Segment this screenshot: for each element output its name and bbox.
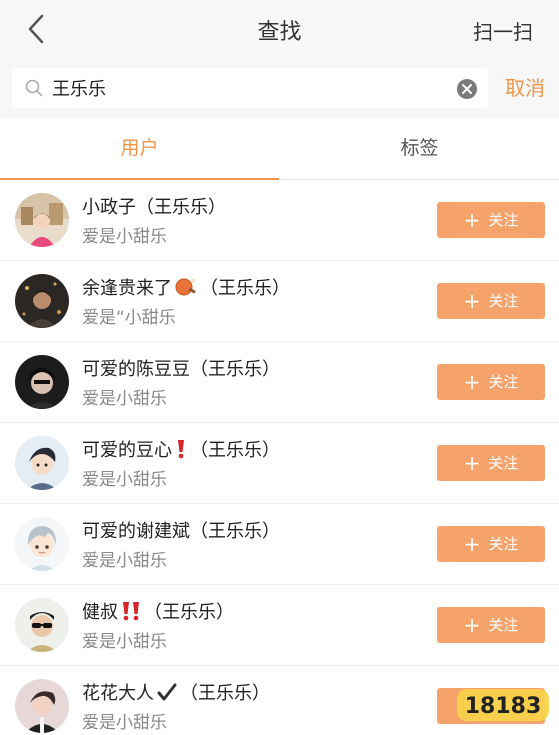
search-bar: 取消 [0, 60, 559, 118]
follow-label: 关注 [488, 535, 519, 553]
user-bio: 爱是小甜乐 [82, 632, 167, 652]
user-name: 可爱的陈豆豆（王乐乐） [82, 359, 280, 380]
cancel-button[interactable]: 取消 [505, 72, 545, 101]
user-name: 余逢贵来了 （王乐乐） [82, 274, 290, 300]
watermark-text: 18183 [465, 694, 542, 719]
user-name: 花花大人 （王乐乐） [82, 679, 270, 705]
avatar [15, 274, 69, 328]
list-item[interactable]: 可爱的陈豆豆（王乐乐） 爱是小甜乐 + 关注 [0, 342, 559, 423]
follow-label: 关注 [488, 292, 519, 310]
user-name-text: 健叔 [82, 602, 118, 623]
follow-button[interactable]: + 关注 [437, 526, 545, 562]
avatar [15, 193, 69, 247]
watermark-logo: 18183 [457, 689, 549, 721]
red-exclamation-icon [178, 440, 184, 459]
double-exclamation-icon [123, 602, 139, 621]
follow-label: 关注 [488, 454, 519, 472]
top-bar: 查找 扫一扫 [0, 0, 559, 60]
list-item[interactable]: 小政子（王乐乐） 爱是小甜乐 + 关注 [0, 180, 559, 261]
user-name-suffix: （王乐乐） [180, 683, 270, 704]
user-name-suffix: （王乐乐） [200, 278, 290, 299]
search-screen: 查找 扫一扫 取消 用户 标签 [0, 0, 559, 735]
ping-pong-icon [175, 278, 196, 296]
user-name: 可爱的豆心 （王乐乐） [82, 436, 280, 462]
user-name-suffix: （王乐乐） [144, 602, 234, 623]
plus-icon: + [463, 370, 481, 394]
tab-users[interactable]: 用户 [0, 118, 279, 180]
user-name: 可爱的谢建斌（王乐乐） [82, 521, 280, 542]
plus-icon: + [463, 532, 481, 556]
user-name-text: 余逢贵来了 [82, 278, 172, 299]
avatar [15, 679, 69, 733]
user-bio: 爱是“小甜乐 [82, 308, 176, 328]
user-name: 小政子（王乐乐） [82, 197, 226, 218]
search-icon [25, 79, 43, 97]
scan-button[interactable]: 扫一扫 [473, 16, 533, 45]
plus-icon: + [463, 613, 481, 637]
tab-bar: 用户 标签 [0, 118, 559, 180]
avatar [15, 355, 69, 409]
list-item[interactable]: 余逢贵来了 （王乐乐） 爱是“小甜乐 + 关注 [0, 261, 559, 342]
follow-label: 关注 [488, 373, 519, 391]
follow-label: 关注 [488, 211, 519, 229]
plus-icon: + [463, 208, 481, 232]
user-name-suffix: （王乐乐） [190, 440, 280, 461]
user-bio: 爱是小甜乐 [82, 470, 167, 490]
tab-tags[interactable]: 标签 [280, 118, 559, 180]
avatar [15, 517, 69, 571]
follow-button[interactable]: + 关注 [437, 364, 545, 400]
follow-button[interactable]: + 关注 [437, 445, 545, 481]
user-bio: 爱是小甜乐 [82, 389, 167, 409]
follow-button[interactable]: + 关注 [437, 202, 545, 238]
user-bio: 爱是小甜乐 [82, 713, 167, 733]
plus-icon: + [463, 289, 481, 313]
follow-button[interactable]: + 关注 [437, 607, 545, 643]
follow-button[interactable]: + 关注 [437, 283, 545, 319]
user-list: 小政子（王乐乐） 爱是小甜乐 + 关注 余逢贵来了 （王乐乐） 爱是“小甜乐 +… [0, 180, 559, 735]
plus-icon: + [463, 451, 481, 475]
follow-label: 关注 [488, 616, 519, 634]
checkmark-icon [157, 683, 177, 701]
list-item[interactable]: 可爱的谢建斌（王乐乐） 爱是小甜乐 + 关注 [0, 504, 559, 585]
user-name-text: 花花大人 [82, 683, 154, 704]
avatar [15, 598, 69, 652]
user-bio: 爱是小甜乐 [82, 551, 167, 571]
search-box[interactable] [12, 68, 488, 108]
list-item[interactable]: 可爱的豆心 （王乐乐） 爱是小甜乐 + 关注 [0, 423, 559, 504]
list-item[interactable]: 健叔 （王乐乐） 爱是小甜乐 + 关注 [0, 585, 559, 666]
avatar [15, 436, 69, 490]
user-bio: 爱是小甜乐 [82, 227, 167, 247]
user-name: 健叔 （王乐乐） [82, 598, 234, 624]
clear-icon[interactable] [456, 78, 478, 100]
search-input[interactable] [52, 74, 432, 102]
user-name-text: 可爱的豆心 [82, 440, 172, 461]
